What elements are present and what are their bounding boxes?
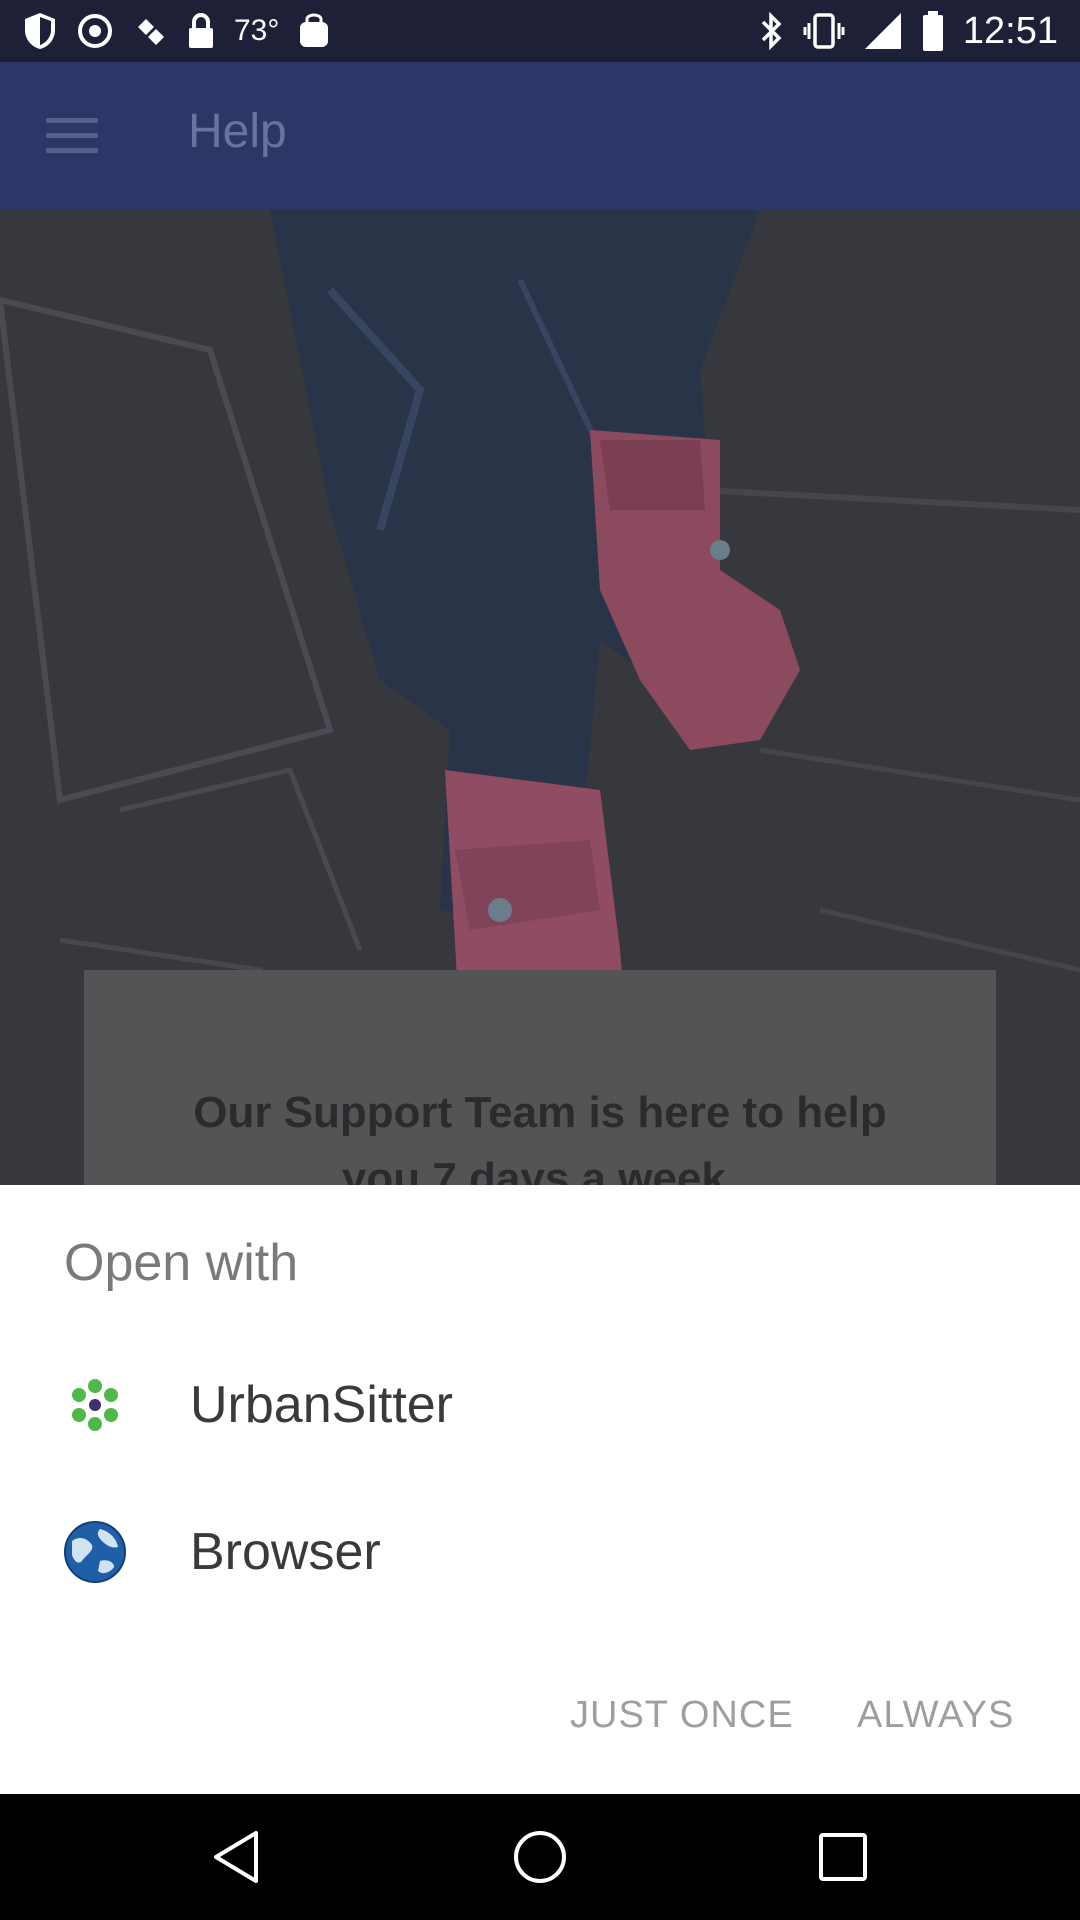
bag-icon bbox=[297, 13, 331, 49]
status-right: 12:51 bbox=[759, 10, 1058, 53]
always-button[interactable]: ALWAYS bbox=[857, 1675, 1014, 1755]
back-icon[interactable] bbox=[208, 1827, 268, 1887]
app-label-browser: Browser bbox=[190, 1523, 381, 1581]
navigation-bar bbox=[0, 1794, 1080, 1920]
app-bar: Help bbox=[0, 62, 1080, 210]
shield-icon bbox=[22, 11, 58, 51]
app-label-urbansitter: UrbanSitter bbox=[190, 1376, 453, 1434]
support-card: Our Support Team is here to help you 7 d… bbox=[84, 970, 996, 1185]
browser-globe-icon bbox=[64, 1521, 126, 1583]
signal-icon bbox=[863, 11, 903, 51]
battery-percent-text: 73° bbox=[234, 14, 280, 47]
open-with-dialog: Open with UrbanSitter Browser JUST ONCE … bbox=[0, 1185, 1080, 1794]
page-title: Help bbox=[188, 105, 287, 158]
status-bar: 73° 12:51 bbox=[0, 0, 1080, 62]
just-once-button[interactable]: JUST ONCE bbox=[570, 1675, 794, 1755]
recent-apps-icon[interactable] bbox=[813, 1827, 873, 1887]
dialog-title: Open with bbox=[64, 1234, 299, 1292]
fake-gps-icon bbox=[132, 13, 168, 49]
bluetooth-icon bbox=[759, 11, 785, 51]
home-icon[interactable] bbox=[510, 1827, 570, 1887]
urbansitter-icon bbox=[64, 1374, 126, 1436]
hero-image: Our Support Team is here to help you 7 d… bbox=[0, 210, 1080, 1185]
clock: 12:51 bbox=[962, 9, 1058, 52]
app-option-urbansitter[interactable]: UrbanSitter bbox=[0, 1335, 1080, 1475]
lock-icon bbox=[186, 12, 216, 50]
app-option-browser[interactable]: Browser bbox=[0, 1482, 1080, 1622]
target-icon bbox=[76, 12, 114, 50]
support-message: Our Support Team is here to help you 7 d… bbox=[193, 1088, 887, 1185]
status-left: 73° bbox=[22, 11, 331, 51]
hamburger-menu-icon[interactable] bbox=[46, 118, 98, 156]
vibrate-icon bbox=[803, 11, 845, 51]
battery-icon bbox=[921, 10, 945, 52]
dialog-buttons: JUST ONCE ALWAYS bbox=[0, 1675, 1080, 1755]
